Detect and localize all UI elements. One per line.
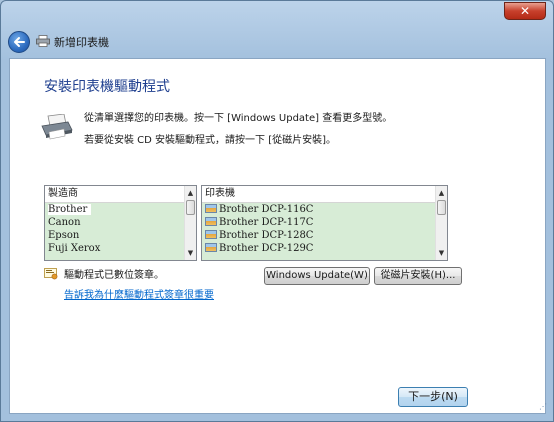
manufacturer-scrollbar[interactable]: ▲ ▼: [184, 186, 196, 260]
printer-label: Brother DCP-117C: [219, 217, 314, 228]
close-icon: ✕: [519, 4, 531, 18]
scroll-down-arrow-icon[interactable]: ▼: [185, 247, 196, 259]
manufacturer-label: Brother: [48, 204, 92, 215]
scroll-thumb[interactable]: [437, 200, 446, 215]
manufacturer-item-2[interactable]: Epson: [45, 229, 184, 242]
page-heading: 安裝印表機驅動程式: [44, 79, 170, 95]
printer-driver-icon: [205, 243, 217, 252]
printer-item-1[interactable]: Brother DCP-117C: [202, 216, 435, 229]
printer-item-3[interactable]: Brother DCP-129C: [202, 242, 435, 255]
manufacturer-column-header[interactable]: 製造商: [45, 186, 184, 203]
manufacturer-item-1[interactable]: Canon: [45, 216, 184, 229]
close-button[interactable]: ✕: [504, 2, 546, 20]
manufacturer-item-0[interactable]: Brother: [45, 203, 184, 216]
instruction-text-1: 從清單選擇您的印表機。按一下 [Windows Update] 查看更多型號。: [84, 113, 393, 124]
scroll-down-arrow-icon[interactable]: ▼: [436, 247, 447, 259]
title-bar: ✕ 新增印表機: [1, 1, 553, 59]
printer-column-header[interactable]: 印表機: [202, 186, 435, 203]
printer-label: Brother DCP-116C: [219, 204, 314, 215]
printer-item-2[interactable]: Brother DCP-128C: [202, 229, 435, 242]
manufacturer-item-3[interactable]: Fuji Xerox: [45, 242, 184, 255]
printer-driver-icon: [205, 204, 217, 213]
back-button[interactable]: [8, 31, 30, 53]
wizard-content: 安裝印表機驅動程式 從清單選擇您的印表機。按一下 [Windows Update…: [9, 58, 546, 414]
window-title: 新增印表機: [54, 36, 109, 49]
windows-update-button[interactable]: Windows Update(W): [264, 267, 370, 285]
printer-listbox[interactable]: 印表機 Brother DCP-116C Brother DCP-117C Br…: [201, 185, 448, 261]
printer-label: Brother DCP-129C: [219, 243, 314, 254]
resize-grip-icon[interactable]: ⋰: [539, 402, 547, 411]
instruction-text-2: 若要從安裝 CD 安裝驅動程式，請按一下 [從磁片安裝]。: [84, 135, 337, 146]
signed-driver-icon: [44, 268, 58, 280]
scroll-up-arrow-icon[interactable]: ▲: [436, 187, 447, 199]
scroll-up-arrow-icon[interactable]: ▲: [185, 187, 196, 199]
manufacturer-listbox[interactable]: 製造商 Brother Canon Epson Fuji Xerox ▲ ▼: [44, 185, 197, 261]
signature-help-link[interactable]: 告訴我為什麼驅動程式簽章很重要: [64, 286, 214, 301]
printer-list-body: Brother DCP-116C Brother DCP-117C Brothe…: [202, 203, 435, 260]
printer-driver-icon: [205, 217, 217, 226]
next-button[interactable]: 下一步(N): [398, 387, 468, 407]
printer-scrollbar[interactable]: ▲ ▼: [435, 186, 447, 260]
printer-driver-icon: [205, 230, 217, 239]
printer-item-0[interactable]: Brother DCP-116C: [202, 203, 435, 216]
manufacturer-list-body: Brother Canon Epson Fuji Xerox: [45, 203, 184, 260]
add-printer-window: ✕ 新增印表機 安裝印表機驅動程式 從清單選擇您的印表機。按一下 [Window…: [0, 0, 554, 422]
signature-status: 驅動程式已數位簽章。: [64, 270, 164, 281]
title-printer-icon: [36, 35, 50, 47]
back-arrow-icon: [14, 37, 25, 47]
printer-label: Brother DCP-128C: [219, 230, 314, 241]
printer-icon: [41, 114, 73, 140]
have-disk-button[interactable]: 從磁片安裝(H)...: [374, 267, 462, 285]
scroll-thumb[interactable]: [186, 200, 195, 215]
